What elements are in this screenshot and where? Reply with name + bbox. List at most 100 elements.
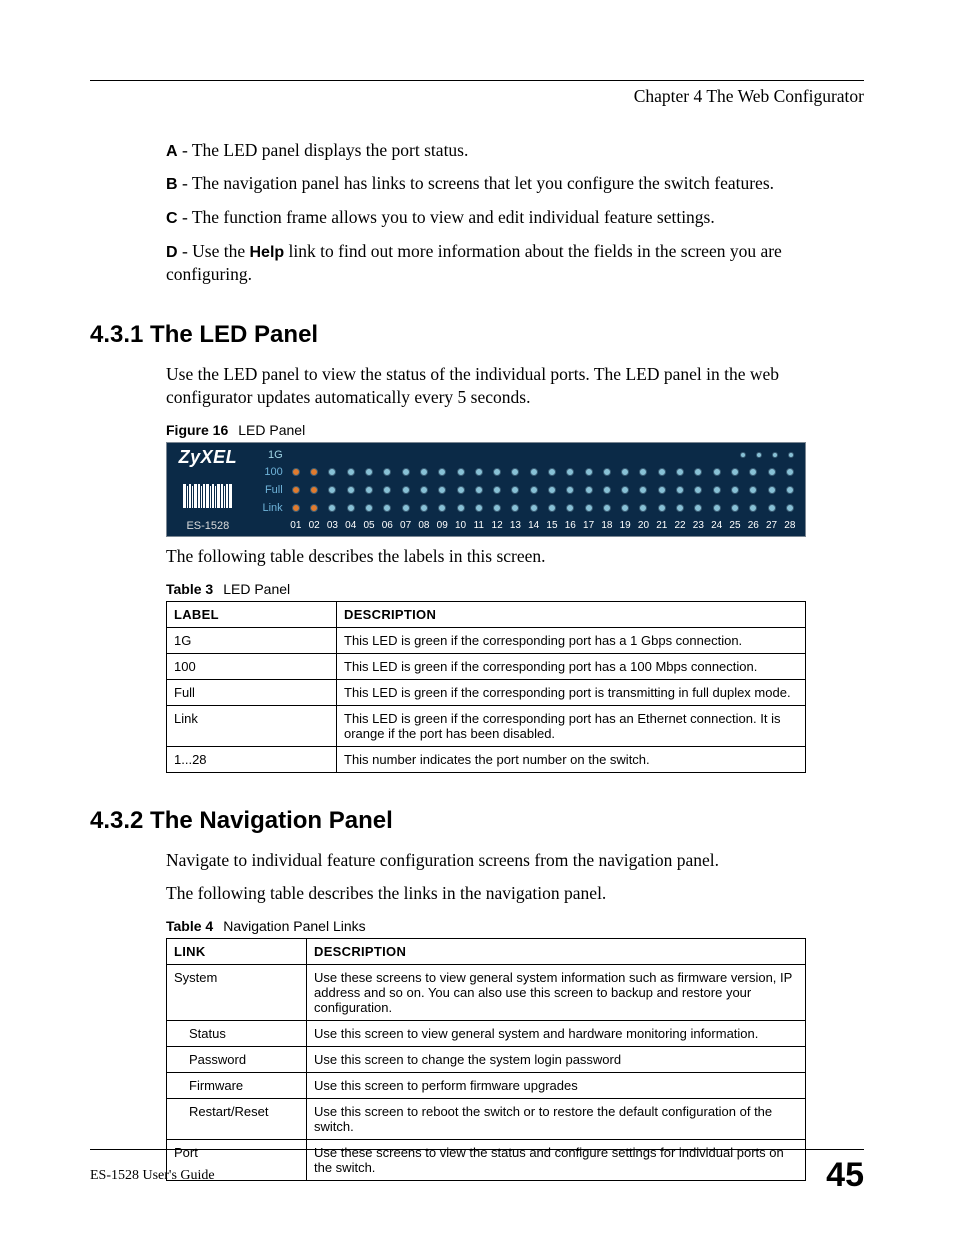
table-row: Restart/ResetUse this screen to reboot t… — [167, 1098, 806, 1139]
led-cell — [415, 468, 433, 476]
led-cell — [598, 486, 616, 494]
port-number: 13 — [506, 520, 524, 531]
led-dot-icon — [603, 468, 611, 476]
led-spacer — [543, 452, 559, 458]
cell-desc: Use this screen to reboot the switch or … — [307, 1098, 806, 1139]
table-row: 100This LED is green if the correspondin… — [167, 653, 806, 679]
led-dot-icon — [438, 504, 446, 512]
led-dot-icon — [457, 468, 465, 476]
led-spacer — [463, 452, 479, 458]
led-dot-icon — [420, 486, 428, 494]
label-b: B — [166, 176, 178, 193]
cell-desc: This LED is green if the corresponding p… — [337, 705, 806, 746]
cell-label: Link — [167, 705, 337, 746]
footer-page-number: 45 — [826, 1156, 864, 1195]
led-dot-icon — [420, 504, 428, 512]
led-dot-icon — [786, 486, 794, 494]
cell-desc: Use this screen to change the system log… — [307, 1046, 806, 1072]
led-spacer — [431, 452, 447, 458]
led-cell — [579, 486, 597, 494]
port-number: 07 — [396, 520, 414, 531]
led-dot-icon — [402, 468, 410, 476]
cell-link: Status — [167, 1020, 307, 1046]
led-dot-icon — [530, 486, 538, 494]
led-row-full: Full — [249, 481, 799, 499]
led-cell — [360, 486, 378, 494]
led-cell — [305, 468, 323, 476]
led-cell — [451, 468, 469, 476]
led-dot-icon — [310, 486, 318, 494]
led-dot-icon — [475, 504, 483, 512]
led-dot-icon — [292, 486, 300, 494]
led-dot-icon — [749, 468, 757, 476]
port-number: 01 — [287, 520, 305, 531]
led-cell — [287, 468, 305, 476]
cell-desc: Use this screen to perform firmware upgr… — [307, 1072, 806, 1098]
led-dot-icon — [402, 504, 410, 512]
port-number: 03 — [323, 520, 341, 531]
led-dot-icon — [786, 504, 794, 512]
after-figure-text: The following table describes the labels… — [166, 545, 864, 569]
led-dot-icon — [694, 468, 702, 476]
led-dot-icon — [365, 486, 373, 494]
led-spacer — [687, 452, 703, 458]
led-dot-icon — [621, 504, 629, 512]
led-cell — [708, 504, 726, 512]
led-cell — [762, 504, 780, 512]
cell-desc: Use this screen to view general system a… — [307, 1020, 806, 1046]
port-number: 25 — [726, 520, 744, 531]
led-cell — [287, 504, 305, 512]
table-row: LinkThis LED is green if the correspondi… — [167, 705, 806, 746]
led-cell — [342, 504, 360, 512]
row-label-1g: 1G — [249, 449, 283, 461]
zyxel-logo: ZyXEL — [179, 447, 238, 468]
led-cell — [598, 504, 616, 512]
led-dot-icon — [548, 504, 556, 512]
led-dot-icon — [548, 468, 556, 476]
port-number: 24 — [708, 520, 726, 531]
led-spacer — [639, 452, 655, 458]
intro-d: D - Use the Help link to find out more i… — [166, 240, 864, 287]
led-dot-icon — [658, 486, 666, 494]
led-cell — [781, 468, 799, 476]
led-cell — [634, 468, 652, 476]
port-number: 10 — [451, 520, 469, 531]
led-dot-icon — [585, 468, 593, 476]
port-number: 26 — [744, 520, 762, 531]
cell-desc: Use these screens to view general system… — [307, 964, 806, 1020]
section-nav-panel-heading: 4.3.2 The Navigation Panel — [90, 807, 864, 835]
figure-caption-text: LED Panel — [238, 422, 305, 438]
led-cell — [525, 504, 543, 512]
led-cell — [506, 504, 524, 512]
led-cell — [579, 468, 597, 476]
led-row-numbers: 0102030405060708091011121314151617181920… — [249, 516, 799, 534]
led-dot-icon — [402, 486, 410, 494]
led-dot-icon — [548, 486, 556, 494]
led-cell — [287, 486, 305, 494]
intro-block: A - The LED panel displays the port stat… — [166, 139, 864, 287]
cell-link: Restart/Reset — [167, 1098, 307, 1139]
table-row: FirmwareUse this screen to perform firmw… — [167, 1072, 806, 1098]
figure-caption-bold: Figure 16 — [166, 422, 228, 438]
led-dot-icon — [694, 504, 702, 512]
led-dot-icon — [768, 486, 776, 494]
section1-para: Use the LED panel to view the status of … — [166, 363, 864, 410]
led-dot-icon — [713, 468, 721, 476]
led-cell — [726, 486, 744, 494]
led-spacer — [399, 452, 415, 458]
led-cell — [708, 468, 726, 476]
led-cell — [396, 468, 414, 476]
led-dot-icon — [438, 468, 446, 476]
cell-desc: This number indicates the port number on… — [337, 746, 806, 772]
led-cell — [616, 486, 634, 494]
led-cell — [451, 504, 469, 512]
intro-c: C - The function frame allows you to vie… — [166, 206, 864, 230]
port-number: 19 — [616, 520, 634, 531]
led-cell — [781, 504, 799, 512]
led-dot-icon — [639, 486, 647, 494]
led-dot-icon — [694, 486, 702, 494]
led-dot-icon — [658, 468, 666, 476]
led-cell — [783, 452, 799, 458]
th-label: LABEL — [167, 601, 337, 627]
led-cell — [488, 504, 506, 512]
